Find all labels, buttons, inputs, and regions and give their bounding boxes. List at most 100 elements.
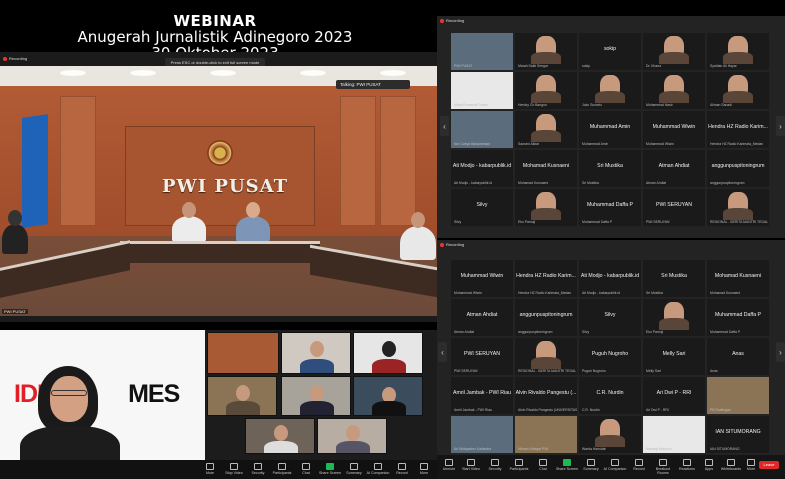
participant-name-label: Amril Jambak - PWI Riau [454,408,492,412]
gallery-tile[interactable] [281,332,351,374]
participant-tile[interactable]: Anas Anas [707,338,769,375]
record-icon [398,463,406,470]
participant-name-label: Ari Widayatmo Kaliandra [454,447,492,451]
toolbar-button[interactable]: Stop Video [222,463,246,475]
participant-tile[interactable]: PWI PUSAT [451,33,513,70]
participant-tile[interactable]: Mohamad Kusnaeni Mohamad Kusnaeni [515,150,577,187]
participant-name-label: IAN SITUMORANG [710,447,740,451]
participant-tile[interactable]: Hilman Hidayat PWI [515,416,577,453]
toolbar-button[interactable]: Security [483,459,507,471]
toolbar-button[interactable]: Share Screen [555,459,579,471]
participant-tile[interactable]: PWI SERUYAN PWI SERUYAN [643,189,705,226]
participant-tile[interactable]: PB Rustingan [707,377,769,414]
participant-tile[interactable]: Atman Ahdiat Atman Ahdiat [643,150,705,187]
participant-avatar [536,75,556,99]
next-page-arrow-icon[interactable]: › [776,342,785,362]
participant-tile[interactable]: Hendry Ch Bangun [515,72,577,109]
participant-tile[interactable]: Ati Modjo - kabarpublik.id Ati Modjo - ka… [579,260,641,297]
participant-tile[interactable]: Mohamad Kusnaeni Mohamad Kusnaeni [707,260,769,297]
participant-tile[interactable]: Atman Ahdiat Atman Ahdiat [451,299,513,336]
toolbar-button[interactable]: Chat [531,459,555,471]
gallery-tile[interactable] [353,332,423,374]
participant-tile[interactable]: sokip sokip [579,33,641,70]
participant-tile[interactable]: Syahlan Ali Hayar [707,33,769,70]
previous-page-arrow-icon[interactable]: ‹ [440,116,449,136]
participant-tile[interactable]: Joko Sunarto [579,72,641,109]
participant-tile[interactable]: Muhammad Daffa P Muhammad Daffa P [579,189,641,226]
participant-tile[interactable]: Saurani Akbar [515,111,577,148]
toolbar-button[interactable]: Unmute [437,459,461,471]
participant-tile[interactable]: Muhammad Wiwin Muhammad Wiwin [643,111,705,148]
participant-tile[interactable]: REGIONAL - BERITA MANTRI TEGAL [707,189,769,226]
participant-name-label: Sri Mustika [582,181,599,185]
participant-tile[interactable]: Silvy Silvy [579,299,641,336]
toolbar-button[interactable]: Mute [198,463,222,475]
participant-tile[interactable]: Puguh Nugroho Puguh Nugroho [579,338,641,375]
participant-tile[interactable]: REGIONAL - BERITA MANTRI TEGAL [515,338,577,375]
participant-tile[interactable]: Sri Mustika Sri Mustika [579,150,641,187]
participant-tile[interactable]: Sri Mustika Sri Mustika [643,260,705,297]
participant-tile[interactable]: Ati Modjo - kabarpublik.id Ati Modjo - ka… [451,150,513,187]
gallery-tile[interactable] [281,376,351,416]
toolbar-button[interactable]: Breakout Rooms [651,459,675,475]
leave-button[interactable]: Leave [759,461,779,469]
toolbar-button[interactable]: Summary [579,459,603,471]
gallery-tile[interactable] [207,332,279,374]
participant-avatar [536,36,556,60]
gallery-tile[interactable] [245,418,315,454]
participant-tile[interactable]: Marah Sakti Siregar [515,33,577,70]
toolbar-button[interactable]: AI Companion [603,459,627,471]
participant-display-name: Muhammad Amin [589,124,631,130]
reactions-icon [683,459,691,466]
participants-icon [278,463,286,470]
participant-tile[interactable]: Mohammad Nasir [643,72,705,109]
participant-tile[interactable]: anggunpuspitoningrum anggunpuspitoningrum [707,150,769,187]
participant-tile[interactable]: Aliman Sanadi [707,72,769,109]
participant-tile[interactable]: C.R. Nurdin C.R. Nurdin [579,377,641,414]
participant-tile[interactable]: Nur Cahya Banjaransari [451,111,513,148]
participant-tile[interactable]: IAN SITUMORANG IAN SITUMORANG [707,416,769,453]
participant-tile[interactable]: Hendra HZ Radio Karim... Hendra HZ Radio … [515,260,577,297]
participant-tile[interactable]: Muhammad Daffa P Muhammad Daffa P [707,299,769,336]
participant-avatar [664,36,684,60]
participant-tile[interactable]: Melly Sari Melly Sari [643,338,705,375]
participant-tile[interactable]: Nanang Mulyono [643,416,705,453]
participant-person [172,202,206,242]
toolbar-button[interactable]: Summary [342,463,366,475]
toolbar-button[interactable]: Apps [697,459,721,471]
participant-name-label: Marah Sakti Siregar [518,64,548,68]
more-icon [420,463,428,470]
toolbar-button[interactable]: Chat [294,463,318,475]
participant-tile[interactable]: Hendra HZ Radio Karim... Hendra HZ Radio … [707,111,769,148]
toolbar-button[interactable]: Participants [507,459,531,471]
participant-tile[interactable]: Muhammad Wiwin Muhammad Wiwin [451,260,513,297]
gallery-tile[interactable] [207,376,277,416]
toolbar-button[interactable]: Participants [270,463,294,475]
participant-tile[interactable]: Muhammad Amin Muhammad Amin [579,111,641,148]
toolbar-button[interactable]: Record [627,459,651,471]
participant-tile[interactable]: Ari Widayatmo Kaliandra [451,416,513,453]
toolbar-button[interactable]: Reactions [675,459,699,471]
next-page-arrow-icon[interactable]: › [776,116,785,136]
participant-tile[interactable]: Eko Pamuji [515,189,577,226]
toolbar-button[interactable]: Share Screen [318,463,342,475]
toolbar-button[interactable]: AI Companion [366,463,390,475]
toolbar-button[interactable]: Security [246,463,270,475]
participant-tile[interactable]: Alvin Rivaldo Pangestu (... Alvin Rivaldo… [515,377,577,414]
participant-tile[interactable]: Ari Dwi P - RRI Ari Dwi P - RRI [643,377,705,414]
toolbar-button[interactable]: Start Video [459,459,483,471]
gallery-tile[interactable] [353,376,423,416]
participant-tile[interactable]: Maria Ermawati Times [451,72,513,109]
gallery-tile[interactable] [317,418,387,454]
participant-tile[interactable]: Eko Pamuji [643,299,705,336]
toolbar-button[interactable]: More [412,463,436,475]
toolbar-button[interactable]: Record [390,463,414,475]
participant-tile[interactable]: Amril Jambak - PWI Riau Amril Jambak - PW… [451,377,513,414]
participant-tile[interactable]: Warda Hamidah [579,416,641,453]
participant-tile[interactable]: Silvy Silvy [451,189,513,226]
previous-page-arrow-icon[interactable]: ‹ [438,342,447,362]
participant-display-name: Muhammad Wiwin [460,273,504,279]
participant-tile[interactable]: PWI SERUYAN PWI SERUYAN [451,338,513,375]
participant-tile[interactable]: anggunpuspitoningrum anggunpuspitoningrum [515,299,577,336]
participant-tile[interactable]: Dr. Kirana [643,33,705,70]
